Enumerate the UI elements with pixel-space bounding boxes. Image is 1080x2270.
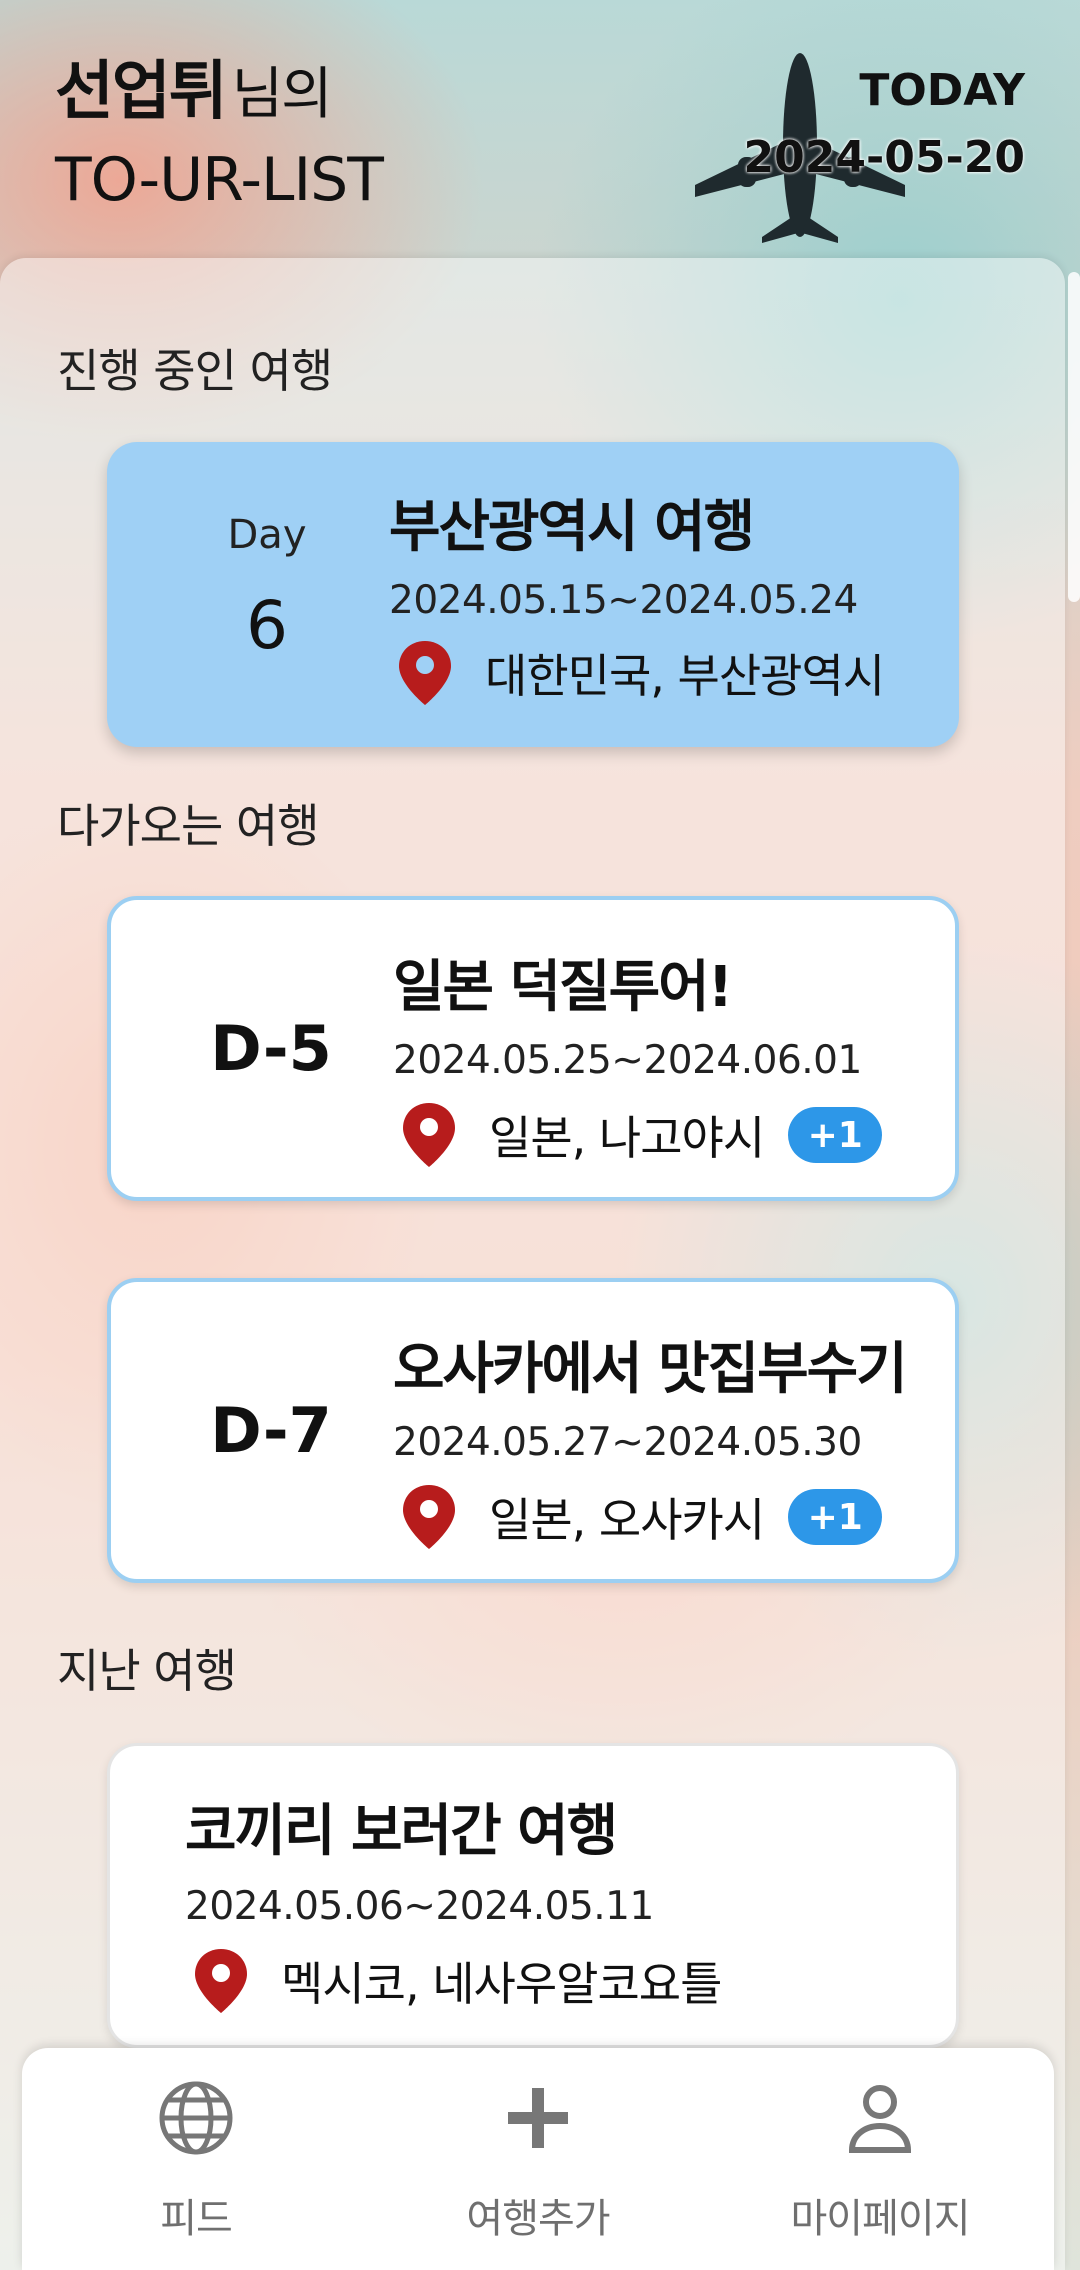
- section-title-past: 지난 여행: [57, 1644, 237, 1698]
- location-text: 일본, 오사카시: [489, 1493, 765, 1547]
- location-text: 일본, 나고야시: [489, 1111, 765, 1165]
- dday-label: D-7: [210, 1394, 332, 1467]
- user-name: 선업튀: [55, 55, 228, 129]
- trip-dates: 2024.05.27~2024.05.30: [393, 1420, 862, 1465]
- nav-feed[interactable]: 피드: [76, 2078, 316, 2244]
- app-header: 선업튀 님의 TO-UR-LIST TODAY 2024-05-20: [0, 0, 1080, 260]
- section-title-upcoming: 다가오는 여행: [57, 799, 320, 853]
- nav-add-trip[interactable]: 여행추가: [418, 2078, 658, 2244]
- section-title-ongoing: 진행 중인 여행: [57, 344, 333, 398]
- user-suffix: 님의: [231, 62, 333, 127]
- nav-my-page[interactable]: 마이페이지: [760, 2078, 1000, 2244]
- location-text: 멕시코, 네사우알코요틀: [281, 1957, 722, 2011]
- upcoming-trip-card[interactable]: D-7 오사카에서 맛집부수기 2024.05.27~2024.05.30 일본…: [107, 1278, 959, 1583]
- extra-location-badge[interactable]: +1: [788, 1489, 883, 1545]
- trip-dates: 2024.05.06~2024.05.11: [185, 1884, 654, 1929]
- today-label: TODAY: [859, 65, 1025, 116]
- upcoming-trip-card[interactable]: D-5 일본 덕질투어! 2024.05.25~2024.06.01 일본, 나…: [107, 896, 959, 1201]
- nav-my-page-label: 마이페이지: [790, 2196, 971, 2242]
- trip-title: 코끼리 보러간 여행: [185, 1799, 618, 1864]
- trip-dates: 2024.05.15~2024.05.24: [389, 578, 858, 623]
- dday-label: D-5: [210, 1012, 332, 1085]
- scrollbar[interactable]: [1068, 272, 1080, 602]
- trip-location: 대한민국, 부산광역시: [397, 638, 885, 708]
- location-pin-icon: [195, 1949, 247, 2013]
- ongoing-trip-card[interactable]: Day 6 부산광역시 여행 2024.05.15~2024.05.24 대한민…: [107, 442, 959, 747]
- trip-location: 일본, 나고야시 +1: [401, 1100, 883, 1170]
- trip-title: 일본 덕질투어!: [393, 955, 733, 1020]
- day-number: 6: [246, 587, 288, 664]
- app-title: TO-UR-LIST: [55, 145, 384, 215]
- trip-title: 오사카에서 맛집부수기: [393, 1337, 908, 1402]
- location-text: 대한민국, 부산광역시: [485, 649, 885, 703]
- extra-location-badge[interactable]: +1: [788, 1107, 883, 1163]
- trip-title: 부산광역시 여행: [389, 495, 755, 560]
- today-date: 2024-05-20: [743, 132, 1025, 183]
- nav-add-trip-label: 여행추가: [466, 2196, 610, 2242]
- nav-feed-label: 피드: [160, 2196, 233, 2242]
- person-icon: [848, 2085, 912, 2153]
- location-pin-icon: [403, 1485, 455, 1549]
- trip-location: 멕시코, 네사우알코요틀: [193, 1946, 722, 2016]
- location-pin-icon: [403, 1103, 455, 1167]
- user-greeting: 선업튀 님의: [55, 40, 333, 132]
- trip-dates: 2024.05.25~2024.06.01: [393, 1038, 862, 1083]
- day-label: Day: [227, 512, 307, 558]
- bottom-navigation: 피드 여행추가 마이페이지: [22, 2048, 1054, 2270]
- trip-location: 일본, 오사카시 +1: [401, 1482, 883, 1552]
- plus-icon: [508, 2088, 568, 2148]
- past-trip-card[interactable]: 코끼리 보러간 여행 2024.05.06~2024.05.11 멕시코, 네사…: [107, 1743, 959, 2048]
- globe-icon: [159, 2081, 233, 2155]
- location-pin-icon: [399, 641, 451, 705]
